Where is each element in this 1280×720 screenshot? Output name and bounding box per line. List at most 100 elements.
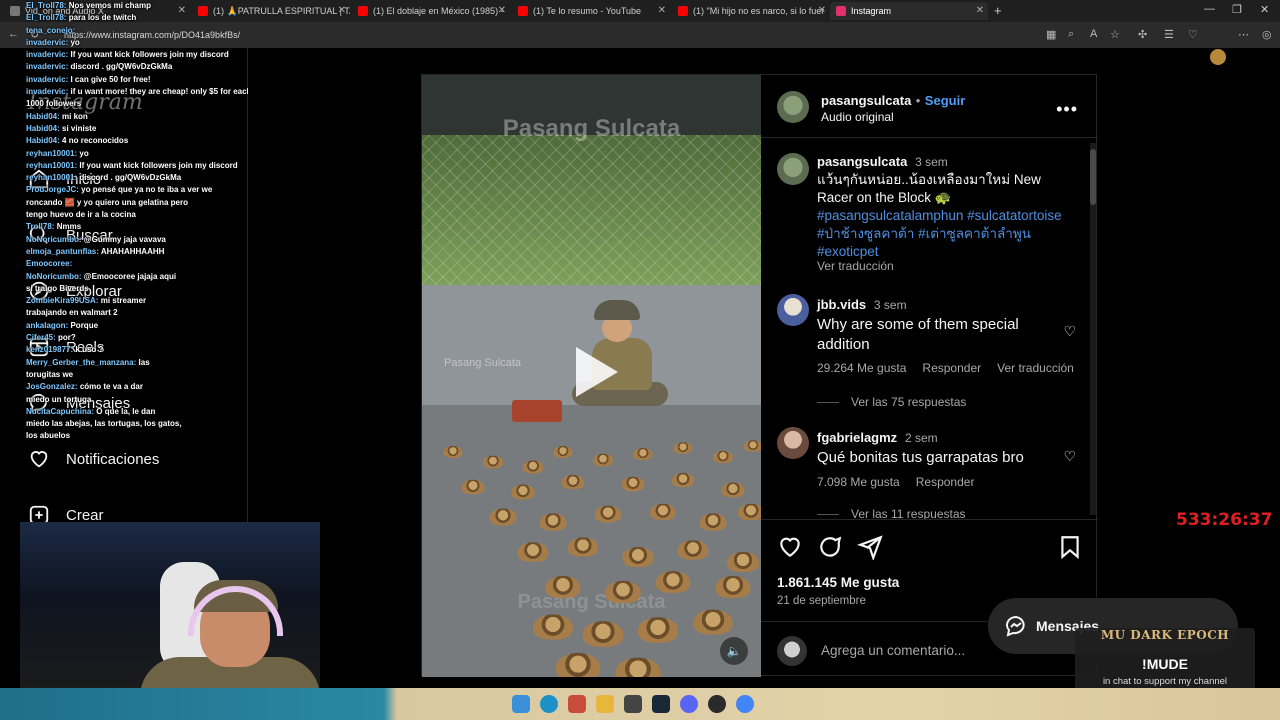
comment-1: jbb.vids 3 sem [817, 296, 1079, 314]
comment-likes[interactable]: 7.098 Me gusta [817, 475, 900, 489]
tortoise [443, 446, 463, 458]
discord-icon[interactable] [680, 695, 698, 713]
caption-translate-link[interactable]: Ver traducción [817, 259, 894, 273]
caption-hashtags[interactable]: #pasangsulcatalamphun #sulcatatortoise #… [817, 208, 1062, 259]
chat-username: Habid04: [26, 111, 60, 121]
tortoise [482, 455, 504, 469]
start-icon[interactable] [512, 695, 530, 713]
chat-message: trabajando en walmart 2 [26, 307, 248, 319]
comment-likes[interactable]: 29.264 Me gusta [817, 361, 906, 375]
chat-text: yo pensé que ya no te iba a ver we [81, 185, 213, 195]
tortoise [594, 505, 622, 523]
my-avatar[interactable] [777, 636, 807, 666]
minimize-icon[interactable]: — [1204, 3, 1215, 15]
caption-avatar[interactable] [777, 153, 809, 185]
chat-username: ZombieKira99USA: [26, 296, 99, 306]
comment-like-icon[interactable]: ♡ [1063, 323, 1076, 340]
save-bookmark-icon[interactable] [1057, 534, 1083, 560]
close-tab-icon[interactable]: ✕ [338, 5, 346, 16]
chat-username: elmoja_pantunflas: [26, 246, 99, 256]
close-tab-icon[interactable]: ✕ [658, 5, 666, 16]
favorite-star-icon[interactable]: ☆ [1110, 28, 1120, 41]
like-heart-icon[interactable] [777, 534, 803, 560]
chat-username: NucitaCapuchina: [26, 406, 95, 416]
app-icon[interactable] [568, 695, 586, 713]
caption-username[interactable]: pasangsulcata [817, 154, 907, 169]
app-icon[interactable]: ▦ [1046, 28, 1056, 41]
close-window-icon[interactable]: ✕ [1260, 3, 1269, 16]
tortoise [461, 479, 485, 495]
chrome-icon[interactable] [736, 695, 754, 713]
tortoise [622, 547, 654, 567]
close-tab-icon[interactable]: ✕ [976, 5, 984, 16]
obs-icon[interactable] [624, 695, 642, 713]
chat-username: invadervic: [26, 50, 69, 60]
tortoise [561, 474, 585, 490]
comment-reply-button[interactable]: Responder [916, 475, 975, 489]
tortoise [517, 542, 549, 562]
streamer-webcam [20, 522, 320, 690]
new-tab-icon[interactable]: + [994, 3, 1002, 18]
messenger-icon [1006, 615, 1025, 637]
read-aloud-icon[interactable]: A [1090, 28, 1097, 40]
file-explorer-icon[interactable] [596, 695, 614, 713]
comment-translate-link[interactable]: Ver traducción [997, 361, 1074, 375]
edge-icon[interactable] [540, 695, 558, 713]
tortoise [555, 652, 601, 677]
chat-text: por? [58, 333, 76, 343]
comment-like-icon[interactable]: ♡ [1063, 448, 1076, 465]
zoom-icon[interactable]: ⌕ [1068, 28, 1074, 41]
share-send-icon[interactable] [857, 534, 883, 560]
more-options-icon[interactable]: ••• [1056, 99, 1078, 120]
follow-button[interactable]: Seguir [925, 93, 965, 108]
post-header: pasangsulcata • Seguir Audio original ••… [761, 75, 1098, 138]
more-options-icon[interactable]: ⋯ [1238, 28, 1249, 41]
author-username[interactable]: pasangsulcata [821, 93, 911, 108]
comment-bubble-icon[interactable] [817, 534, 843, 560]
steam-icon[interactable] [652, 695, 670, 713]
comment-reply-button[interactable]: Responder [922, 361, 981, 375]
extensions-icon[interactable]: ✣ [1138, 28, 1147, 41]
commenter-avatar[interactable] [777, 294, 809, 326]
scrollbar-thumb[interactable] [1090, 149, 1096, 205]
audio-original[interactable]: Audio original [821, 110, 894, 124]
chat-username: invadervic: [26, 74, 69, 84]
chat-message: 1000 followers [26, 98, 248, 110]
browser-tab[interactable]: (1) El doblaje en México (1985) - ✕ [352, 2, 510, 20]
chat-message: Cifer45: por? [26, 332, 248, 344]
tortoise [582, 621, 624, 647]
tab-label: Instagram [851, 6, 892, 16]
comments-scrollbar[interactable] [1090, 143, 1096, 515]
browser-tab[interactable]: (1) "Mi hijo no es narco, si lo fuer ✕ [672, 2, 830, 20]
chat-message: El_Troll78: para los de twitch [26, 12, 248, 24]
copilot-icon[interactable]: ◎ [1262, 28, 1272, 41]
commenter-avatar[interactable] [777, 427, 809, 459]
chat-text: tengo huevo de ir a la cocina [26, 210, 136, 220]
app-icon[interactable] [708, 695, 726, 713]
chat-text: 1000 followers [26, 99, 82, 109]
close-tab-icon[interactable]: ✕ [498, 5, 506, 16]
profile-avatar[interactable] [1210, 49, 1226, 65]
chat-text: trabajando en walmart 2 [26, 308, 118, 318]
browser-tab[interactable]: (1) Te lo resumo - YouTube ✕ [512, 2, 670, 20]
tortoise [567, 537, 599, 557]
comment-username[interactable]: jbb.vids [817, 297, 866, 312]
maximize-icon[interactable]: ❐ [1232, 3, 1242, 16]
chat-username: JosGonzalez: [26, 382, 78, 392]
browser-tab-active[interactable]: Instagram ✕ [830, 2, 988, 20]
comment-username[interactable]: fgabrielagmz [817, 430, 897, 445]
post-like-count[interactable]: 1.861.145 Me gusta [777, 575, 899, 590]
chat-text: torugitas we [26, 369, 74, 379]
mute-icon[interactable]: 🔈 [720, 637, 748, 665]
back-arrow-icon[interactable]: ← [8, 28, 19, 40]
post-video[interactable]: Pasang Sulcata Pasang Sulcata Pasang Sul… [422, 75, 761, 677]
play-icon[interactable] [562, 341, 624, 403]
chat-username: NoNoricumbo: [26, 271, 82, 281]
close-tab-icon[interactable]: ✕ [818, 5, 826, 16]
collections-icon[interactable]: ☰ [1164, 28, 1174, 41]
view-replies[interactable]: Ver las 11 respuestas [817, 507, 966, 519]
author-avatar[interactable] [777, 91, 809, 123]
favorites-icon[interactable]: ♡ [1188, 28, 1198, 41]
view-replies[interactable]: Ver las 75 respuestas [817, 395, 966, 409]
chat-text: @Emoocoree jajaja aqui [83, 271, 177, 281]
